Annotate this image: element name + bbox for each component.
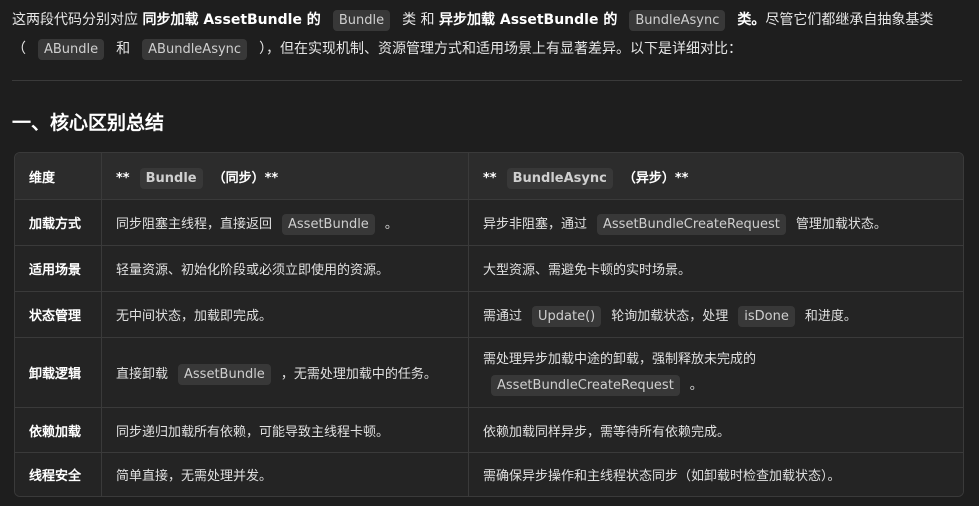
inline-code: AssetBundleCreateRequest xyxy=(491,374,680,396)
cell-line: AssetBundleCreateRequest 。 xyxy=(483,373,949,399)
inline-code-bundle-async: BundleAsync xyxy=(629,10,726,31)
section-title: 一、核心区别总结 xyxy=(12,112,165,134)
cell-text: 需处理异步加载中途的卸载，强制释放未完成的 xyxy=(483,351,757,367)
intro-text: 和 xyxy=(116,41,131,57)
header-dimension: 维度 xyxy=(15,153,102,200)
header-async: ** BundleAsync （异步）** xyxy=(469,153,963,200)
intro-paren: （ xyxy=(12,41,26,57)
inline-code: AssetBundle xyxy=(178,364,271,385)
intro-text: 这两段代码分别对应 xyxy=(12,12,138,28)
intro-bold-sync: 同步加载 AssetBundle 的 xyxy=(142,12,321,28)
header-async-suffix: （异步）** xyxy=(622,170,689,186)
cell-dimension: 依赖加载 xyxy=(15,408,102,453)
inline-code: isDone xyxy=(738,306,795,327)
intro-text: 尽管它们都继承自抽象基类 xyxy=(765,12,934,28)
document-view: 这两段代码分别对应 同步加载 AssetBundle 的 Bundle 类 和 异步… xyxy=(0,0,979,506)
cell-dimension: 卸载逻辑 xyxy=(15,338,102,408)
table-row: 状态管理 无中间状态，加载即完成。 需通过 Update() 轮询加载状态，处理 is… xyxy=(15,292,963,338)
table-row: 依赖加载 同步递归加载所有依赖，可能导致主线程卡顿。 依赖加载同样异步，需等待所… xyxy=(15,408,963,453)
cell-text: 轮询加载状态，处理 xyxy=(611,309,729,324)
inline-code: Update() xyxy=(532,306,602,327)
cell-sync: 同步递归加载所有依赖，可能导致主线程卡顿。 xyxy=(102,408,469,453)
cell-line: 需处理异步加载中途的卸载，强制释放未完成的 xyxy=(483,347,949,373)
inline-code-abundle-async: ABundleAsync xyxy=(142,39,248,60)
cell-dimension: 加载方式 xyxy=(15,200,102,246)
table-row: 卸载逻辑 直接卸载 AssetBundle ，无需处理加载中的任务。 需处理异步加载… xyxy=(15,338,963,408)
cell-text: 同步阻塞主线程，直接返回 xyxy=(116,217,273,232)
header-async-prefix: ** xyxy=(483,170,497,186)
header-sync-prefix: ** xyxy=(116,170,130,186)
cell-dimension: 适用场景 xyxy=(15,246,102,292)
cell-async: 异步非阻塞，通过 AssetBundleCreateRequest 管理加载状态。 xyxy=(469,200,963,246)
intro-text: ），但在实现机制、资源管理方式和适用场景上有显著差异。以下是详细对比： xyxy=(259,41,743,57)
comparison-table: 维度 ** Bundle （同步）** ** BundleAsync （异步）** 加载… xyxy=(14,152,964,497)
cell-sync: 同步阻塞主线程，直接返回 AssetBundle 。 xyxy=(102,200,469,246)
table-header-row: 维度 ** Bundle （同步）** ** BundleAsync （异步）** xyxy=(15,153,963,200)
cell-text: 和进度。 xyxy=(804,309,857,324)
cell-async: 大型资源、需避免卡顿的实时场景。 xyxy=(469,246,963,292)
cell-text: ，无需处理加载中的任务。 xyxy=(280,367,437,382)
intro-paragraph: 这两段代码分别对应 同步加载 AssetBundle 的 Bundle 类 和 异步… xyxy=(12,6,972,64)
intro-text: 类 和 xyxy=(402,12,435,28)
cell-text: 直接卸载 xyxy=(116,367,169,382)
cell-text: 。 xyxy=(689,377,703,393)
cell-async: 需通过 Update() 轮询加载状态，处理 isDone 和进度。 xyxy=(469,292,963,338)
intro-bold-class: 类。 xyxy=(737,12,766,28)
inline-code: BundleAsync xyxy=(506,167,613,189)
cell-sync: 无中间状态，加载即完成。 xyxy=(102,292,469,338)
divider xyxy=(12,80,962,81)
table-row: 线程安全 简单直接，无需处理并发。 需确保异步操作和主线程状态同步（如卸载时检查… xyxy=(15,453,963,496)
inline-code-abundle: ABundle xyxy=(38,39,105,60)
inline-code: Bundle xyxy=(139,167,203,189)
inline-code: AssetBundleCreateRequest xyxy=(597,214,786,235)
inline-code-bundle: Bundle xyxy=(332,10,391,31)
cell-sync: 简单直接，无需处理并发。 xyxy=(102,453,469,496)
cell-text: 。 xyxy=(384,217,398,232)
cell-async: 需处理异步加载中途的卸载，强制释放未完成的 AssetBundleCreateR… xyxy=(469,338,963,408)
cell-sync: 直接卸载 AssetBundle ，无需处理加载中的任务。 xyxy=(102,338,469,408)
cell-dimension: 线程安全 xyxy=(15,453,102,496)
intro-bold-async: 异步加载 AssetBundle 的 xyxy=(438,12,618,28)
cell-async: 需确保异步操作和主线程状态同步（如卸载时检查加载状态）。 xyxy=(469,453,963,496)
header-sync-suffix: （同步）** xyxy=(212,170,279,186)
table-row: 适用场景 轻量资源、初始化阶段或必须立即使用的资源。 大型资源、需避免卡顿的实时… xyxy=(15,246,963,292)
header-sync: ** Bundle （同步）** xyxy=(102,153,469,200)
cell-text: 需通过 xyxy=(483,309,523,324)
cell-text: 异步非阻塞，通过 xyxy=(483,217,588,232)
table-row: 加载方式 同步阻塞主线程，直接返回 AssetBundle 。 异步非阻塞，通过 As… xyxy=(15,200,963,246)
inline-code: AssetBundle xyxy=(282,214,375,235)
cell-text: 管理加载状态。 xyxy=(795,217,887,232)
cell-dimension: 状态管理 xyxy=(15,292,102,338)
cell-sync: 轻量资源、初始化阶段或必须立即使用的资源。 xyxy=(102,246,469,292)
cell-async: 依赖加载同样异步，需等待所有依赖完成。 xyxy=(469,408,963,453)
